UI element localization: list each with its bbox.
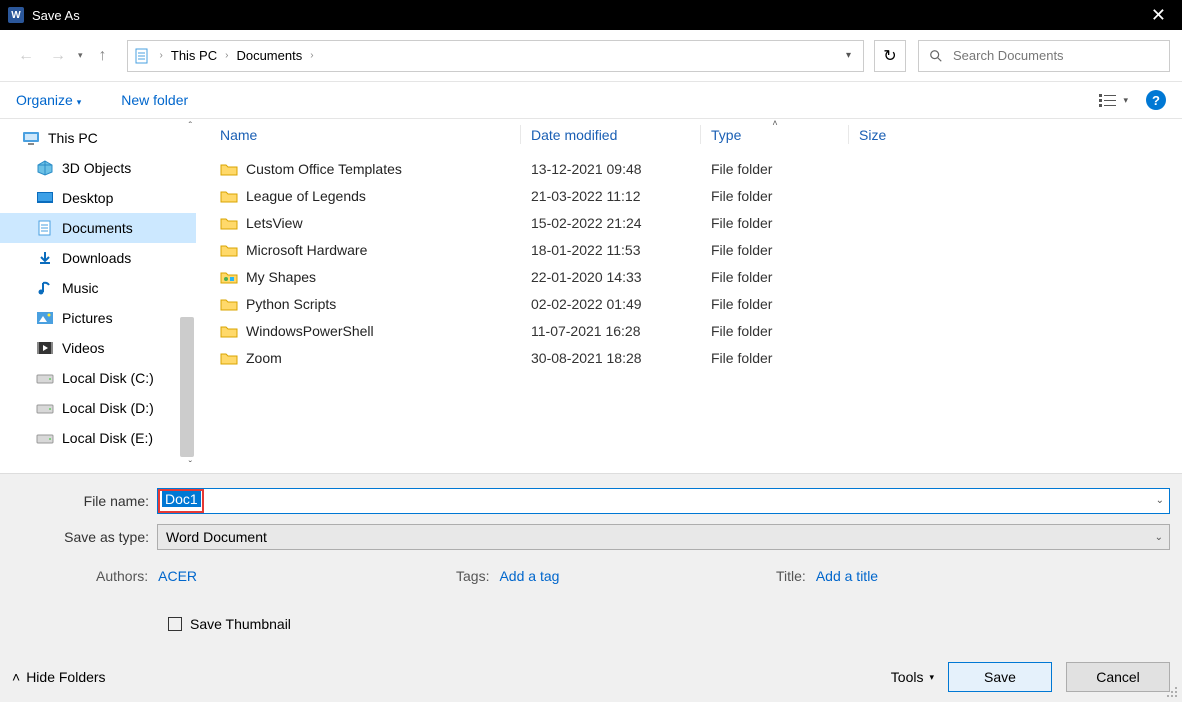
word-app-icon: W xyxy=(8,7,24,23)
sidebar-item-downloads[interactable]: Downloads xyxy=(0,243,196,273)
savetype-combo[interactable]: Word Document ⌄ xyxy=(157,524,1170,550)
search-icon xyxy=(929,49,943,63)
column-size[interactable]: Size xyxy=(849,119,949,150)
savetype-label: Save as type: xyxy=(12,529,157,545)
chevron-up-icon: ˄ xyxy=(12,669,20,685)
search-input[interactable]: Search Documents xyxy=(918,40,1170,72)
column-type[interactable]: Type˄ xyxy=(701,119,849,150)
toolbar: Organize ▾ New folder ▾ ? xyxy=(0,82,1182,118)
table-row[interactable]: LetsView15-02-2022 21:24File folder xyxy=(196,209,1182,236)
sidebar-item-pictures[interactable]: Pictures xyxy=(0,303,196,333)
column-headers: Name Date modified Type˄ Size xyxy=(196,119,1182,151)
sidebar-scrollbar-thumb[interactable] xyxy=(180,317,194,457)
folder-icon xyxy=(220,351,238,365)
music-icon xyxy=(36,280,54,296)
tags-value[interactable]: Add a tag xyxy=(499,568,559,584)
sidebar-item-3d-objects[interactable]: 3D Objects xyxy=(0,153,196,183)
authors-label: Authors: xyxy=(96,568,148,584)
hide-folders-button[interactable]: ˄ Hide Folders xyxy=(12,669,106,685)
up-button[interactable]: ↑ xyxy=(89,42,117,70)
back-button[interactable]: ← xyxy=(12,42,40,70)
titlebar: W Save As ✕ xyxy=(0,0,1182,30)
address-bar[interactable]: › This PC › Documents › ▾ xyxy=(127,40,864,72)
column-name[interactable]: Name xyxy=(196,119,521,150)
forward-button[interactable]: → xyxy=(44,42,72,70)
folder-icon xyxy=(220,324,238,338)
table-row[interactable]: WindowsPowerShell11-07-2021 16:28File fo… xyxy=(196,317,1182,344)
sidebar: ˆ This PC 3D ObjectsDesktopDocumentsDown… xyxy=(0,119,196,473)
disk-icon xyxy=(36,370,54,386)
navigation-bar: ← → ▾ ↑ › This PC › Documents › ▾ ↻ Sear… xyxy=(0,30,1182,82)
body: ˆ This PC 3D ObjectsDesktopDocumentsDown… xyxy=(0,118,1182,473)
refresh-button[interactable]: ↻ xyxy=(874,40,906,72)
folder-icon xyxy=(220,216,238,230)
desktop-icon xyxy=(36,190,54,206)
authors-value[interactable]: ACER xyxy=(158,568,197,584)
filename-label: File name: xyxy=(12,493,157,509)
save-thumbnail-checkbox[interactable] xyxy=(168,617,182,631)
save-thumbnail-label: Save Thumbnail xyxy=(190,616,291,632)
sidebar-scroll-down[interactable]: ˇ xyxy=(189,460,192,471)
new-folder-button[interactable]: New folder xyxy=(121,92,188,108)
window-title: Save As xyxy=(32,8,80,23)
tags-label: Tags: xyxy=(456,568,489,584)
sidebar-item-local-disk-e-[interactable]: Local Disk (E:) xyxy=(0,423,196,453)
sidebar-scroll-up[interactable]: ˆ xyxy=(189,121,192,132)
sidebar-item-desktop[interactable]: Desktop xyxy=(0,183,196,213)
chevron-right-icon[interactable]: › xyxy=(306,50,317,61)
organize-button[interactable]: Organize ▾ xyxy=(16,92,81,108)
sidebar-item-music[interactable]: Music xyxy=(0,273,196,303)
view-options-button[interactable]: ▾ xyxy=(1099,93,1128,107)
bottom-panel: File name: Doc1 ⌄ Save as type: Word Doc… xyxy=(0,473,1182,702)
file-list: Name Date modified Type˄ Size Custom Off… xyxy=(196,119,1182,473)
folder-icon xyxy=(220,162,238,176)
table-row[interactable]: Zoom30-08-2021 18:28File folder xyxy=(196,344,1182,371)
sidebar-item-documents[interactable]: Documents xyxy=(0,213,196,243)
close-icon[interactable]: ✕ xyxy=(1143,5,1174,26)
table-row[interactable]: Microsoft Hardware18-01-2022 11:53File f… xyxy=(196,236,1182,263)
sidebar-item-local-disk-c-[interactable]: Local Disk (C:) xyxy=(0,363,196,393)
sidebar-this-pc[interactable]: This PC xyxy=(0,123,196,153)
filename-dropdown[interactable]: ⌄ xyxy=(1156,495,1164,506)
savetype-dropdown-icon: ⌄ xyxy=(1155,532,1163,543)
sort-indicator-icon: ˄ xyxy=(772,118,777,128)
breadcrumb-current[interactable]: Documents xyxy=(232,48,306,63)
chevron-down-icon: ▾ xyxy=(929,672,934,683)
folder-icon xyxy=(220,297,238,311)
column-date[interactable]: Date modified xyxy=(521,119,701,150)
table-row[interactable]: My Shapes22-01-2020 14:33File folder xyxy=(196,263,1182,290)
disk-icon xyxy=(36,430,54,446)
pictures-icon xyxy=(36,310,54,326)
table-row[interactable]: Python Scripts02-02-2022 01:49File folde… xyxy=(196,290,1182,317)
table-row[interactable]: Custom Office Templates13-12-2021 09:48F… xyxy=(196,155,1182,182)
resize-grip[interactable] xyxy=(1166,686,1180,700)
chevron-right-icon[interactable]: › xyxy=(156,50,167,61)
chevron-right-icon[interactable]: › xyxy=(221,50,232,61)
documents-icon xyxy=(36,220,54,236)
address-dropdown[interactable]: ▾ xyxy=(840,50,857,61)
tools-button[interactable]: Tools ▾ xyxy=(891,669,934,685)
3d-icon xyxy=(36,160,54,176)
folder-icon xyxy=(220,189,238,203)
title-label: Title: xyxy=(776,568,806,584)
sidebar-item-local-disk-d-[interactable]: Local Disk (D:) xyxy=(0,393,196,423)
disk-icon xyxy=(36,400,54,416)
help-button[interactable]: ? xyxy=(1146,90,1166,110)
title-value[interactable]: Add a title xyxy=(816,568,878,584)
save-button[interactable]: Save xyxy=(948,662,1052,692)
history-dropdown[interactable]: ▾ xyxy=(76,50,85,61)
filename-input[interactable] xyxy=(157,488,1170,514)
folder-icon xyxy=(220,270,238,284)
search-placeholder: Search Documents xyxy=(953,48,1064,63)
documents-icon xyxy=(134,48,150,64)
table-row[interactable]: League of Legends21-03-2022 11:12File fo… xyxy=(196,182,1182,209)
breadcrumb-root[interactable]: This PC xyxy=(167,48,221,63)
folder-icon xyxy=(220,243,238,257)
downloads-icon xyxy=(36,250,54,266)
this-pc-icon xyxy=(22,130,40,146)
cancel-button[interactable]: Cancel xyxy=(1066,662,1170,692)
sidebar-item-videos[interactable]: Videos xyxy=(0,333,196,363)
videos-icon xyxy=(36,340,54,356)
